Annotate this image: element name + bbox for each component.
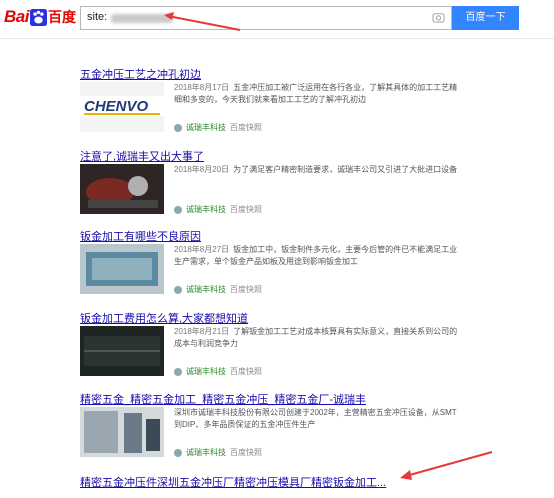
result-title[interactable]: 钣金加工有哪些不良原因 [80,228,201,244]
result-title[interactable]: 钣金加工费用怎么算,大家都想知道 [80,310,248,326]
source-name[interactable]: 诚瑞丰科技 [186,204,226,215]
result-body: 2018年8月20日 为了满足客户精密制造要求，诚瑞丰公司又引进了大批进口设备 诚… [80,164,460,216]
snapshot-link[interactable]: 百度快照 [230,284,262,295]
result-source: 诚瑞丰科技 百度快照 [174,204,464,215]
result-snippet: 2018年8月20日 为了满足客户精密制造要求，诚瑞丰公司又引进了大批进口设备 [174,164,460,176]
result-item: 钣金加工有哪些不良原因 2018年8月27日 钣金加工中，钣金制件多元化，主要今后… [80,228,457,294]
result-thumbnail[interactable] [80,244,164,294]
source-name[interactable]: 诚瑞丰科技 [186,366,226,377]
result-item: 五金冲压工艺之冲孔初边 CHENVO 2018年8月17日 五金冲压加工被广泛运用… [80,66,457,132]
result-date: 2018年8月20日 [174,165,230,174]
site-icon [174,205,182,214]
paw-icon [29,8,47,26]
page: Bai 百度 site: 百度一下 五金冲压工艺之冲孔初边 CHENVO 201… [0,0,554,498]
site-icon [174,367,182,376]
result-source: 诚瑞丰科技 百度快照 [174,366,464,377]
source-name[interactable]: 诚瑞丰科技 [186,447,226,458]
header-divider [0,38,554,39]
snapshot-link[interactable]: 百度快照 [230,447,262,458]
snapshot-link[interactable]: 百度快照 [230,366,262,377]
result-source: 诚瑞丰科技 百度快照 [174,284,464,295]
snapshot-link[interactable]: 百度快照 [230,204,262,215]
result-body: 2018年8月21日 了解钣金加工工艺对成本核算具有实际意义，直接关系到公司的成本… [80,326,460,378]
snapshot-link[interactable]: 百度快照 [230,122,262,133]
result-date: 2018年8月27日 [174,245,230,254]
result-body: 2018年8月27日 钣金加工中，钣金制件多元化，主要今后管的件已不能满足工业生产… [80,244,460,296]
camera-icon[interactable] [432,12,445,23]
result-thumbnail[interactable] [80,164,164,214]
result-item: 精密五金冲压件深圳五金冲压厂精密冲压模具厂精密钣金加工... [80,474,386,490]
result-item: 精密五金_精密五金加工_精密五金冲压_精密五金厂-诚瑞丰 深圳市诚瑞丰科技股份有… [80,391,457,457]
result-item: 注意了,诚瑞丰又出大事了 2018年8月20日 为了满足客户精密制造要求，诚瑞丰公… [80,148,457,214]
source-name[interactable]: 诚瑞丰科技 [186,122,226,133]
result-thumbnail[interactable] [80,407,164,457]
result-text: 深圳市诚瑞丰科技股份有限公司创建于2002年，主营精密五金冲压设备，从SMT到D… [174,408,457,429]
result-item: 钣金加工费用怎么算,大家都想知道 2018年8月21日 了解钣金加工工艺对成本核算… [80,310,457,376]
logo-text-right: 百度 [47,9,76,25]
result-snippet: 2018年8月17日 五金冲压加工被广泛运用在各行各业，了解其具体的加工工艺精细和… [174,82,460,106]
source-name[interactable]: 诚瑞丰科技 [186,284,226,295]
search-input[interactable]: site: [80,6,452,30]
annotation-arrow-top [164,12,241,31]
result-date: 2018年8月17日 [174,83,230,92]
svg-text:CHENVO: CHENVO [84,98,149,115]
site-icon [174,448,182,457]
search-button[interactable]: 百度一下 [452,6,519,30]
result-source: 诚瑞丰科技 百度快照 [174,122,464,133]
result-date: 2018年8月21日 [174,327,230,336]
result-text: 为了满足客户精密制造要求，诚瑞丰公司又引进了大批进口设备 [233,165,458,174]
result-body: CHENVO 2018年8月17日 五金冲压加工被广泛运用在各行各业，了解其具体的… [80,82,460,134]
result-snippet: 深圳市诚瑞丰科技股份有限公司创建于2002年，主营精密五金冲压设备，从SMT到D… [174,407,460,431]
annotation-arrow-bottom [400,451,493,480]
result-thumbnail[interactable]: CHENVO [80,82,164,132]
site-icon [174,285,182,294]
site-icon [174,123,182,132]
result-title[interactable]: 精密五金冲压件深圳五金冲压厂精密冲压模具厂精密钣金加工... [80,474,386,490]
search-header: Bai 百度 site: 百度一下 [0,0,554,38]
logo-text-left: Bai [4,7,29,26]
result-snippet: 2018年8月21日 了解钣金加工工艺对成本核算具有实际意义，直接关系到公司的成本… [174,326,460,350]
result-title[interactable]: 五金冲压工艺之冲孔初边 [80,66,201,82]
result-title[interactable]: 精密五金_精密五金加工_精密五金冲压_精密五金厂-诚瑞丰 [80,391,366,407]
result-thumbnail[interactable] [80,326,164,376]
result-snippet: 2018年8月27日 钣金加工中，钣金制件多元化，主要今后管的件已不能满足工业生产… [174,244,460,268]
baidu-logo[interactable]: Bai 百度 [4,6,76,28]
result-title[interactable]: 注意了,诚瑞丰又出大事了 [80,148,204,164]
search-query-prefix: site: [87,11,108,23]
